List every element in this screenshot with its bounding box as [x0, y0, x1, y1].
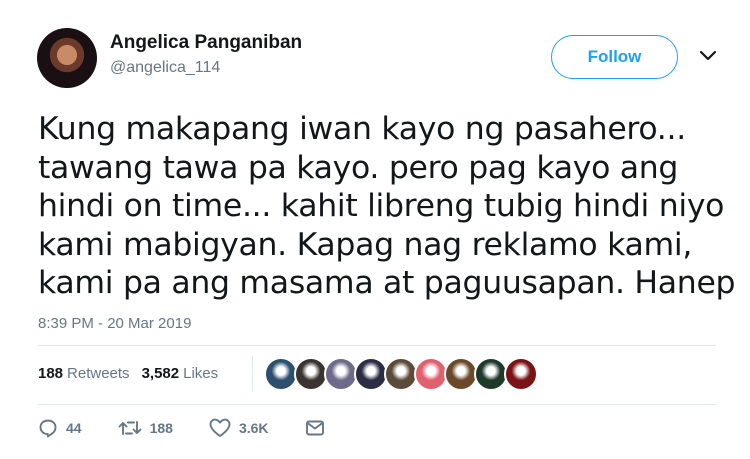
tweet-line: Kung makapang iwan kayo ng pasahero...	[38, 111, 686, 147]
liker-avatar-4[interactable]	[354, 357, 388, 391]
heart-icon	[209, 418, 231, 437]
reply-icon	[39, 419, 57, 438]
like-button[interactable]: 3.6K	[209, 418, 269, 438]
reply-button[interactable]: 44	[38, 418, 82, 438]
retweets-count: 188	[38, 365, 64, 382]
tweet-line: kami mabigyan. Kapag nag reklamo kami,	[38, 226, 693, 263]
tweet-line: kami pa ang masama at paguusapan. Hanep	[38, 265, 736, 301]
tweet-line: tawang tawa pa kayo. pero pag kayo ang	[38, 149, 679, 186]
like-count: 3.6K	[238, 420, 269, 436]
user-handle[interactable]: @angelica_114	[110, 59, 220, 77]
liker-avatars	[264, 357, 538, 391]
follow-button[interactable]: Follow	[551, 35, 678, 79]
avatar[interactable]	[37, 28, 97, 88]
divider	[38, 345, 716, 346]
liker-avatar-2[interactable]	[294, 357, 328, 391]
liker-avatar-5[interactable]	[384, 357, 418, 391]
divider	[38, 404, 716, 405]
display-name[interactable]: Angelica Panganiban	[110, 32, 302, 54]
tweet-line: hindi on time... kahit libreng tubig hin…	[38, 188, 725, 224]
direct-message-button[interactable]	[305, 419, 325, 437]
retweet-icon	[118, 421, 142, 435]
liker-avatar-6[interactable]	[414, 357, 448, 391]
tweet-text: Kung makapang iwan kayo ng pasahero... t…	[38, 110, 736, 303]
likes-label: Likes	[183, 365, 219, 382]
tweet-timestamp[interactable]: 8:39 PM - 20 Mar 2019	[38, 315, 191, 332]
retweet-button[interactable]: 188	[118, 418, 173, 438]
action-bar: 44 188 3.6K	[38, 418, 361, 438]
retweets-label: Retweets	[67, 365, 130, 382]
liker-avatar-3[interactable]	[324, 357, 358, 391]
envelope-icon	[305, 420, 324, 436]
liker-avatar-7[interactable]	[444, 357, 478, 391]
retweet-count: 188	[149, 420, 173, 436]
chevron-down-icon[interactable]	[699, 50, 717, 62]
reply-count: 44	[66, 420, 82, 436]
retweets-stat[interactable]: 188 Retweets	[38, 365, 130, 382]
likes-count: 3,582	[141, 365, 180, 382]
liker-avatar-1[interactable]	[264, 357, 298, 391]
likes-stat[interactable]: 3,582 Likes	[142, 365, 219, 382]
stats-separator	[252, 356, 253, 392]
liker-avatar-8[interactable]	[474, 357, 508, 391]
tweet-stats: 188 Retweets 3,582 Likes	[38, 365, 218, 382]
liker-avatar-9[interactable]	[504, 357, 538, 391]
